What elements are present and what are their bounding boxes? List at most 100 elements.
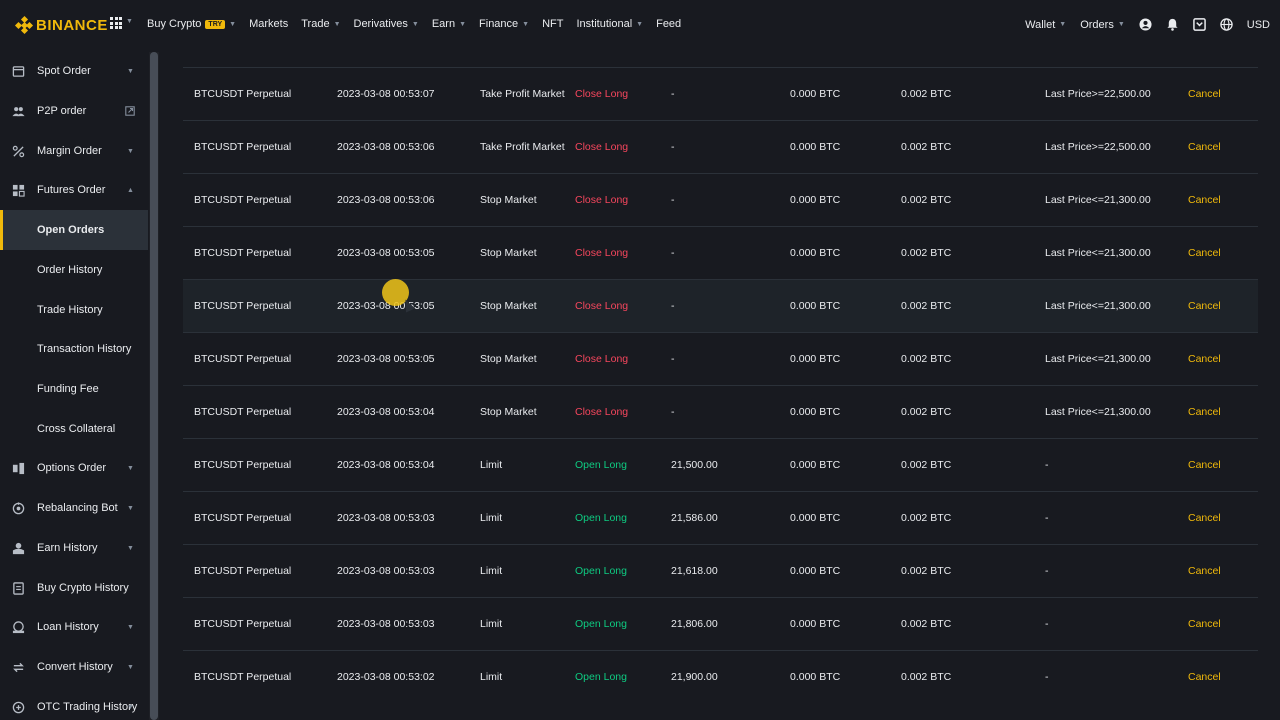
nav-trade[interactable]: Trade ▼ [301,18,340,30]
sidebar-item-margin-order[interactable]: Margin Order ▼ [0,131,148,171]
sidebar-item-label: Loan History [37,621,99,633]
nav-buy-crypto[interactable]: Buy Crypto TRY ▼ [147,18,236,30]
binance-logo[interactable]: BINANCE [14,14,108,36]
bell-icon[interactable] [1166,18,1179,31]
nav-earn[interactable]: Earn ▼ [432,18,466,30]
sidebar-item-cross-collateral[interactable]: Cross Collateral [0,409,148,449]
table-row[interactable]: BTCUSDT Perpetual 2023-03-08 00:53:07 Ta… [183,67,1258,120]
nav-institutional-label: Institutional [576,18,633,30]
sidebar-item-p2p-order[interactable]: P2P order [0,91,148,131]
nav-feed[interactable]: Feed [656,18,681,30]
download-app-icon[interactable] [1192,18,1206,31]
order-trigger: Last Price>=22,500.00 [1045,141,1151,153]
table-row[interactable]: BTCUSDT Perpetual 2023-03-08 00:53:03 Li… [183,544,1258,597]
currency-selector[interactable]: USD [1247,19,1270,31]
cancel-button[interactable]: Cancel [1188,671,1221,683]
cancel-button[interactable]: Cancel [1188,194,1221,206]
table-row[interactable]: BTCUSDT Perpetual 2023-03-08 00:53:05 St… [183,226,1258,279]
order-filled: 0.002 BTC [901,406,952,418]
sidebar-item-buy-crypto-history[interactable]: Buy Crypto History [0,568,148,608]
user-icon[interactable] [1139,18,1152,31]
sidebar-item-earn-history[interactable]: Earn History ▼ [0,528,148,568]
table-row[interactable]: BTCUSDT Perpetual 2023-03-08 00:53:03 Li… [183,597,1258,650]
sidebar-item-rebalancing-bot[interactable]: Rebalancing Bot ▼ [0,488,148,528]
chevron-down-icon: ▼ [127,67,134,75]
sidebar-item-spot-order[interactable]: Spot Order ▼ [0,51,148,91]
table-row[interactable]: BTCUSDT Perpetual 2023-03-08 00:53:06 St… [183,173,1258,226]
table-row[interactable]: BTCUSDT Perpetual 2023-03-08 00:53:04 Li… [183,438,1258,491]
order-filled: 0.002 BTC [901,247,952,259]
nav-nft[interactable]: NFT [542,18,563,30]
order-symbol: BTCUSDT Perpetual [194,247,292,259]
cancel-button[interactable]: Cancel [1188,618,1221,630]
sidebar-item-order-history[interactable]: Order History [0,250,148,290]
order-amount: 0.000 BTC [790,300,841,312]
cancel-button[interactable]: Cancel [1188,247,1221,259]
sidebar-scrollbar[interactable] [149,52,159,720]
order-symbol: BTCUSDT Perpetual [194,459,292,471]
table-row[interactable]: BTCUSDT Perpetual 2023-03-08 00:53:05 St… [183,279,1258,332]
nav-markets-label: Markets [249,18,289,30]
sidebar-item-options-order[interactable]: Options Order ▼ [0,448,148,488]
sidebar-item-label: Futures Order [37,184,106,196]
order-price: - [671,247,675,259]
table-row[interactable]: BTCUSDT Perpetual 2023-03-08 00:53:06 Ta… [183,120,1258,173]
wallet-label: Wallet [1025,18,1056,31]
order-filled: 0.002 BTC [901,353,952,365]
sidebar-item-futures-order[interactable]: Futures Order ▲ [0,170,148,210]
scrollbar-thumb[interactable] [150,52,158,720]
cancel-button[interactable]: Cancel [1188,406,1221,418]
orders-label: Orders [1080,18,1114,31]
order-filled: 0.002 BTC [901,459,952,471]
order-side: Open Long [575,671,627,683]
sidebar-item-label: Order History [37,264,103,276]
sidebar-item-loan-history[interactable]: Loan History ▼ [0,607,148,647]
sidebar-item-funding-fee[interactable]: Funding Fee [0,369,148,409]
cancel-button[interactable]: Cancel [1188,353,1221,365]
chevron-down-icon: ▼ [127,703,134,711]
wallet-menu[interactable]: Wallet ▼ [1025,19,1066,31]
sidebar: Spot Order ▼ P2P order Margin Order ▼ Fu… [0,50,148,720]
globe-icon[interactable] [1220,18,1233,31]
cancel-button[interactable]: Cancel [1188,512,1221,524]
sidebar-item-open-orders[interactable]: Open Orders [0,210,148,250]
table-row[interactable]: BTCUSDT Perpetual 2023-03-08 00:53:04 St… [183,385,1258,438]
table-row[interactable]: BTCUSDT Perpetual 2023-03-08 00:53:02 Li… [183,650,1258,703]
order-trigger: Last Price<=21,300.00 [1045,353,1151,365]
external-link-icon [125,106,135,116]
nav-earn-label: Earn [431,18,456,30]
sidebar-item-otc-trading-history[interactable]: OTC Trading History ▼ [0,687,148,720]
order-side: Close Long [575,141,629,153]
nav-institutional[interactable]: Institutional ▼ [577,18,644,30]
table-row[interactable]: BTCUSDT Perpetual 2023-03-08 00:53:05 St… [183,332,1258,385]
options-icon [12,462,25,474]
nav-markets[interactable]: Markets [249,18,288,30]
nav-derivatives[interactable]: Derivatives ▼ [354,18,419,30]
order-type: Limit [480,459,503,471]
order-price: - [671,88,675,100]
sidebar-item-label: Trade History [37,304,103,316]
apps-grid-icon[interactable] [110,17,122,29]
cancel-button[interactable]: Cancel [1188,300,1221,312]
order-type: Stop Market [480,300,537,312]
order-type: Take Profit Market [480,88,565,100]
order-type: Stop Market [480,194,537,206]
nav-finance[interactable]: Finance ▼ [479,18,529,30]
cancel-button[interactable]: Cancel [1188,565,1221,577]
cancel-button[interactable]: Cancel [1188,459,1221,471]
order-side: Open Long [575,459,627,471]
order-filled: 0.002 BTC [901,671,952,683]
sidebar-item-trade-history[interactable]: Trade History [0,290,148,330]
sidebar-item-label: Buy Crypto History [37,582,129,594]
order-price: - [671,406,675,418]
order-symbol: BTCUSDT Perpetual [194,353,292,365]
orders-menu[interactable]: Orders ▼ [1080,19,1125,31]
sidebar-item-convert-history[interactable]: Convert History ▼ [0,647,148,687]
sidebar-item-transaction-history[interactable]: Transaction History [0,329,148,369]
table-row[interactable]: BTCUSDT Perpetual 2023-03-08 00:53:03 Li… [183,491,1258,544]
order-trigger: - [1045,671,1049,683]
order-symbol: BTCUSDT Perpetual [194,406,292,418]
order-type: Take Profit Market [480,141,565,153]
cancel-button[interactable]: Cancel [1188,88,1221,100]
cancel-button[interactable]: Cancel [1188,141,1221,153]
